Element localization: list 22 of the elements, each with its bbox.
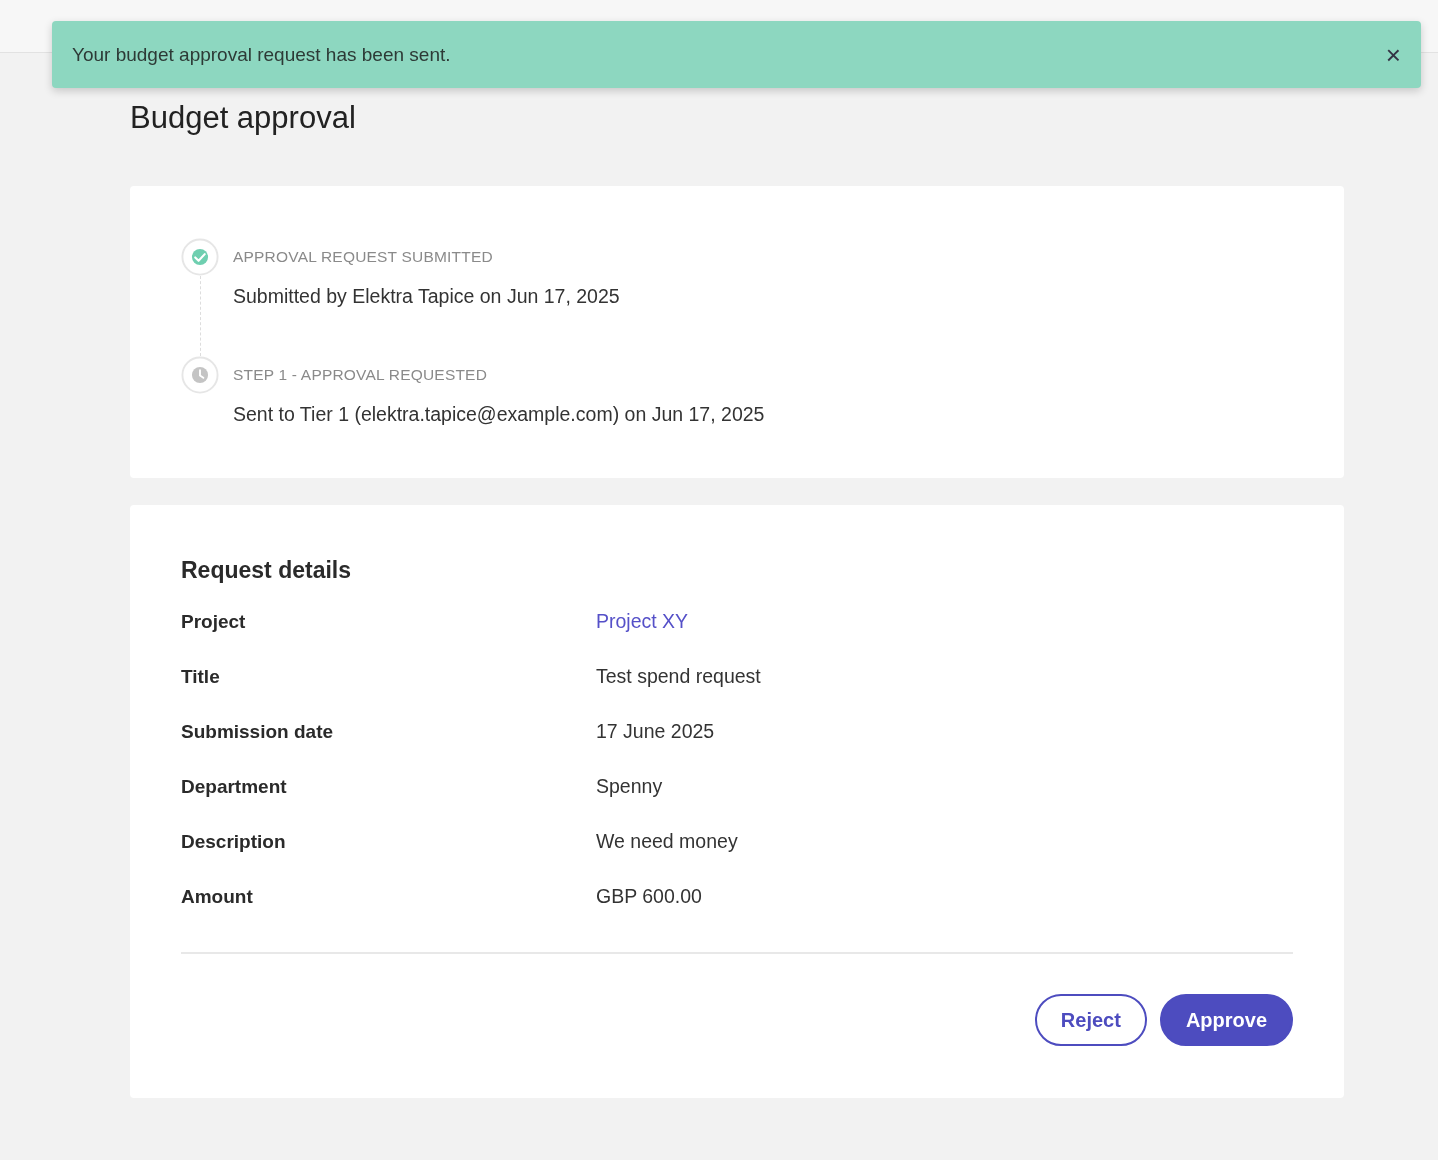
step-label: APPROVAL REQUEST SUBMITTED (233, 248, 494, 266)
field-value: Spenny (596, 774, 664, 799)
section-heading: Request details (181, 557, 352, 584)
field-value: We need money (596, 829, 739, 854)
page-title: Budget approval (130, 100, 357, 136)
project-link[interactable]: Project XY (596, 609, 1293, 634)
field-value: 17 June 2025 (596, 719, 716, 744)
reject-button[interactable]: Reject (1034, 994, 1147, 1046)
step-description: Sent to Tier 1 (elektra.tapice@example.com) on Jun 17, 2025 (233, 403, 765, 426)
field-label: Project (181, 610, 247, 634)
field-value: Test spend request (596, 664, 762, 689)
approve-button[interactable]: Approve (1159, 994, 1293, 1046)
step-label: STEP 1 - APPROVAL REQUESTED (233, 366, 489, 384)
field-label: Amount (181, 885, 254, 909)
field-value: GBP 600.00 (596, 884, 703, 909)
field-label: Description (181, 830, 287, 854)
close-button[interactable]: × (1381, 41, 1405, 68)
field-label: Department (181, 775, 288, 799)
field-label: Submission date (181, 720, 335, 744)
toast-message: Your budget approval request has been sent. (72, 43, 451, 66)
field-label: Title (181, 665, 221, 689)
step-description: Submitted by Elektra Tapice on Jun 17, 2025 (233, 285, 620, 308)
